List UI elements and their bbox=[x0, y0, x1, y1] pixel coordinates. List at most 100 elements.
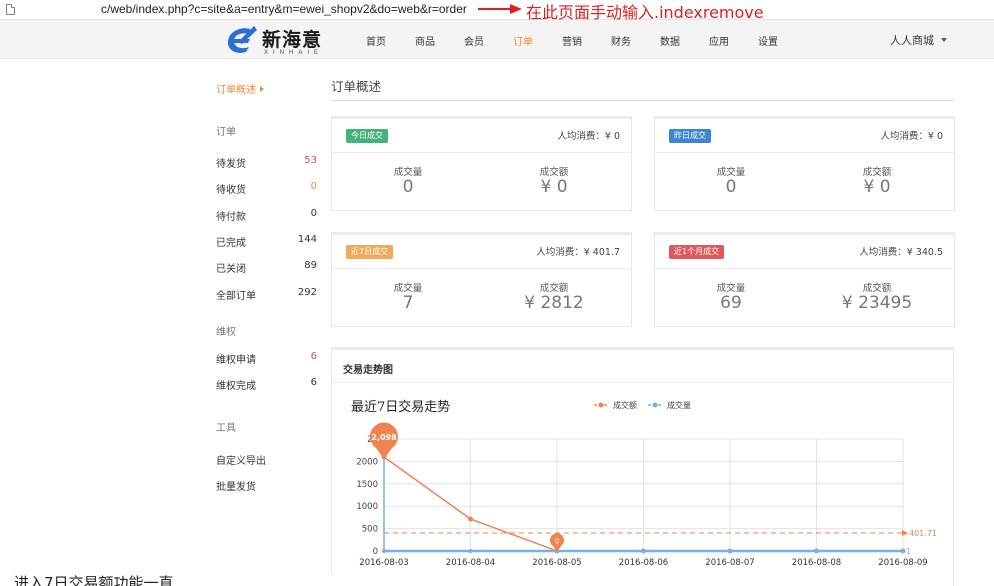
nav-item-2[interactable]: 会员 bbox=[464, 33, 484, 48]
url-text[interactable]: c/web/index.php?c=site&a=entry&m=ewei_sh… bbox=[101, 2, 467, 16]
qty-label: 成交量 bbox=[716, 167, 746, 178]
sidebar-item-count: 0 bbox=[310, 181, 317, 193]
qty-label: 成交量 bbox=[393, 167, 423, 178]
average-label: 401.71 bbox=[909, 529, 937, 538]
min-marker-label: 0 bbox=[555, 538, 559, 546]
data-point bbox=[728, 549, 732, 553]
sidebar-item[interactable]: 已完成 144 bbox=[216, 234, 317, 249]
sidebar-item-count: 0 bbox=[310, 207, 317, 219]
sidebar-item[interactable]: 全部订单 292 bbox=[216, 287, 317, 302]
sidebar-item-label: 已关闭 bbox=[216, 264, 246, 276]
amount-value: ¥ 2812 bbox=[524, 293, 584, 313]
y-tick-label: 500 bbox=[362, 525, 378, 535]
sidebar-item-label: 已完成 bbox=[216, 237, 246, 249]
nav-item-3[interactable]: 订单 bbox=[513, 33, 533, 48]
amount-value: ¥ 0 bbox=[540, 177, 568, 197]
period-badge: 今日成交 bbox=[346, 129, 388, 143]
divider bbox=[332, 268, 631, 269]
x-tick-label: 2016-08-07 bbox=[705, 558, 754, 568]
x-tick-label: 2016-08-03 bbox=[359, 558, 408, 568]
y-tick-label: 1000 bbox=[356, 502, 378, 512]
nav-item-0[interactable]: 首页 bbox=[366, 33, 386, 48]
amount-label: 成交额 bbox=[862, 167, 892, 178]
sidebar-item[interactable]: 待付款 0 bbox=[216, 208, 317, 223]
address-bar[interactable]: c/web/index.php?c=site&a=entry&m=ewei_sh… bbox=[0, 0, 994, 22]
amount-value: ¥ 0 bbox=[863, 177, 891, 197]
x-tick-label: 2016-08-05 bbox=[532, 558, 581, 568]
sidebar-item-count: 89 bbox=[304, 260, 317, 272]
sidebar-item-overview[interactable]: 订单概述 bbox=[216, 81, 264, 96]
top-nav: 新海意 XINHAIE 首页 商品 会员 订单 营销 财务 数据 应用 设置 人人商城 bbox=[0, 20, 994, 59]
caret-right-icon bbox=[260, 86, 264, 92]
trend-chart: 最近7日交易走势成交额成交量0500100015002000252016-08-… bbox=[351, 399, 937, 568]
legend-marker bbox=[652, 402, 658, 408]
sidebar-item-count: 292 bbox=[297, 286, 317, 298]
sidebar-item[interactable]: 待收货 0 bbox=[216, 181, 317, 196]
qty-label: 成交量 bbox=[393, 283, 423, 294]
legend-label: 成交额 bbox=[613, 400, 637, 410]
sidebar-item-label: 待付款 bbox=[216, 211, 246, 223]
legend-label: 成交量 bbox=[667, 400, 691, 410]
summary-card: 近7日成交 人均消费：¥ 401.7 成交量 7 成交额 ¥ 2812 bbox=[331, 232, 632, 327]
chevron-down-icon[interactable] bbox=[941, 38, 947, 42]
y-tick-label: 0 bbox=[373, 547, 378, 557]
summary-card: 今日成交 人均消费：¥ 0 成交量 0 成交额 ¥ 0 bbox=[331, 116, 632, 211]
series-end-label: 1 bbox=[906, 547, 911, 556]
amount-label: 成交额 bbox=[539, 283, 569, 294]
sidebar-group-title: 订单 bbox=[216, 127, 236, 138]
data-point bbox=[468, 516, 473, 522]
sidebar-item[interactable]: 待发货 53 bbox=[216, 155, 317, 170]
arrow-right-icon bbox=[478, 4, 522, 14]
qty-value: 7 bbox=[402, 293, 414, 313]
avg-spend: 人均消费：¥ 401.7 bbox=[536, 247, 620, 258]
amount-label: 成交额 bbox=[862, 283, 892, 294]
nav-item-8[interactable]: 设置 bbox=[758, 33, 778, 48]
amount-label: 成交额 bbox=[539, 167, 569, 178]
chart-title: 最近7日交易走势 bbox=[351, 399, 450, 415]
divider bbox=[332, 152, 631, 153]
summary-card: 近1个月成交 人均消费：¥ 340.5 成交量 69 成交额 ¥ 23495 bbox=[654, 232, 955, 327]
amount-value: ¥ 23495 bbox=[841, 293, 913, 313]
y-tick-label: 1500 bbox=[356, 480, 378, 490]
brand-sub: XINHAIE bbox=[264, 50, 324, 56]
sidebar-item-label: 订单概述 bbox=[216, 85, 256, 96]
page-title: 订单概述 bbox=[331, 79, 382, 94]
qty-value: 0 bbox=[725, 177, 737, 197]
period-badge: 近1个月成交 bbox=[669, 245, 725, 259]
data-point bbox=[468, 549, 473, 553]
data-point bbox=[901, 548, 905, 553]
y-tick-label: 2000 bbox=[356, 457, 378, 467]
bottom-caption: 进入7日交易额功能一直 bbox=[0, 574, 340, 586]
period-badge: 昨日成交 bbox=[669, 129, 711, 143]
brand-logo[interactable]: 新海意 XINHAIE bbox=[224, 23, 334, 57]
average-arrow bbox=[902, 530, 908, 537]
data-point bbox=[382, 548, 386, 553]
qty-value: 69 bbox=[720, 293, 742, 313]
nav-item-7[interactable]: 应用 bbox=[709, 33, 729, 48]
max-marker-label: 2,098 bbox=[371, 433, 397, 442]
x-tick-label: 2016-08-09 bbox=[878, 558, 927, 568]
sidebar-item-count: 144 bbox=[297, 233, 317, 245]
x-tick-label: 2016-08-08 bbox=[792, 558, 841, 568]
avg-spend: 人均消费：¥ 0 bbox=[880, 131, 943, 142]
sidebar-item-label: 待收货 bbox=[216, 185, 246, 197]
sidebar-group-title: 维权 bbox=[216, 327, 236, 338]
data-point bbox=[814, 549, 819, 553]
x-tick-label: 2016-08-06 bbox=[619, 558, 668, 568]
qty-value: 0 bbox=[402, 177, 414, 197]
nav-item-6[interactable]: 数据 bbox=[660, 33, 680, 48]
sidebar-item-count: 53 bbox=[304, 155, 317, 166]
qty-label: 成交量 bbox=[716, 283, 746, 294]
legend-marker bbox=[598, 402, 604, 408]
divider bbox=[655, 268, 954, 269]
sidebar-item-label: 待发货 bbox=[216, 159, 246, 170]
nav-item-1[interactable]: 商品 bbox=[415, 33, 435, 48]
nav-item-5[interactable]: 财务 bbox=[611, 33, 631, 48]
divider bbox=[331, 100, 954, 101]
sidebar-item[interactable]: 已关闭 89 bbox=[216, 260, 317, 275]
nav-item-4[interactable]: 营销 bbox=[562, 33, 582, 48]
divider bbox=[655, 152, 954, 153]
data-point bbox=[641, 549, 646, 553]
store-menu[interactable]: 人人商城 bbox=[890, 32, 934, 48]
x-tick-label: 2016-08-04 bbox=[446, 558, 495, 568]
